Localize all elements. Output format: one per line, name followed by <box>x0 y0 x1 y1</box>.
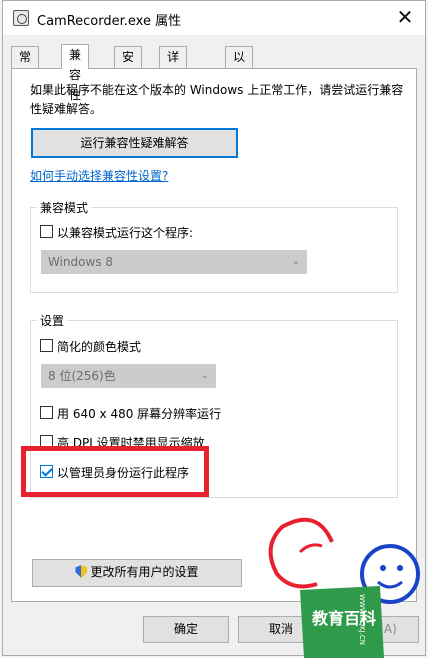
reduced-color-checkbox[interactable] <box>40 339 53 352</box>
color-depth-value: 8 位(256)色 <box>48 369 116 383</box>
close-icon[interactable]: ✕ <box>391 5 419 31</box>
intro-text: 如果此程序不能在这个版本的 Windows 上正常工作，请尝试运行兼容性疑难解答… <box>30 83 404 116</box>
run-troubleshooter-button[interactable]: 运行兼容性疑难解答 <box>31 128 238 158</box>
cancel-button[interactable]: 取消 <box>238 616 324 643</box>
change-all-users-label: 更改所有用户的设置 <box>90 565 199 579</box>
compat-mode-title: 兼容模式 <box>37 199 92 216</box>
chevron-down-icon: ⌄ <box>200 370 209 381</box>
tab-general[interactable]: 常规 <box>11 46 40 84</box>
compat-os-value: Windows 8 <box>48 255 114 269</box>
res-640-checkbox[interactable] <box>40 406 53 419</box>
window-title: CamRecorder.exe 属性 <box>37 14 182 29</box>
color-depth-select: 8 位(256)色 ⌄ <box>41 364 216 388</box>
settings-title: 设置 <box>37 312 68 329</box>
res-640-label: 用 640 x 480 屏幕分辨率运行 <box>57 407 222 421</box>
compat-mode-group: 兼容模式 以兼容模式运行这个程序: Windows 8 ⌄ <box>30 199 398 293</box>
uac-shield-icon <box>75 565 88 578</box>
camera-app-icon <box>13 10 29 26</box>
compat-mode-checkbox[interactable] <box>40 225 53 238</box>
compat-os-select: Windows 8 ⌄ <box>41 250 307 274</box>
ok-button[interactable]: 确定 <box>143 616 229 643</box>
compatibility-panel: 如果此程序不能在这个版本的 Windows 上正常工作，请尝试运行兼容性疑难解答… <box>11 68 417 602</box>
manual-settings-link[interactable]: 如何手动选择兼容性设置? <box>30 167 168 184</box>
reduced-color-label: 简化的颜色模式 <box>57 340 142 354</box>
compat-mode-label: 以兼容模式运行这个程序: <box>57 226 194 240</box>
tab-details[interactable]: 详细信息 <box>159 46 188 124</box>
tab-security[interactable]: 安全 <box>114 46 143 84</box>
title-bar: CamRecorder.exe 属性 ✕ <box>3 1 425 35</box>
red-highlight-box <box>21 446 209 497</box>
tab-previous-versions[interactable]: 以前的版本 <box>225 46 254 144</box>
apply-button[interactable]: 应用(A) <box>333 616 419 643</box>
chevron-down-icon: ⌄ <box>291 256 300 267</box>
tab-compatibility[interactable]: 兼容性 <box>61 44 90 102</box>
properties-dialog: CamRecorder.exe 属性 ✕ 常规 兼容性 安全 详细信息 以前的版… <box>2 0 426 656</box>
change-all-users-button[interactable]: 更改所有用户的设置 <box>32 559 242 587</box>
